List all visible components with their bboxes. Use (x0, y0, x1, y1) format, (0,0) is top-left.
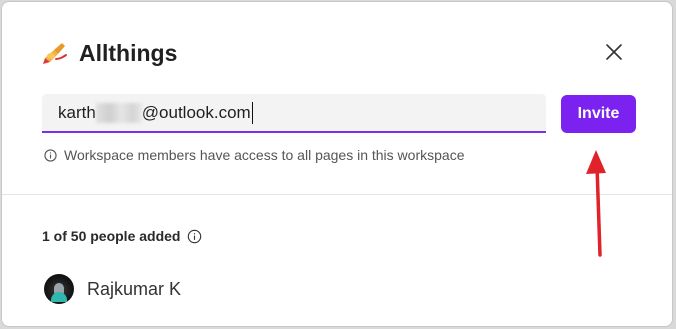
email-prefix: karth (58, 102, 96, 122)
member-count: 1 of 50 people added (42, 228, 202, 244)
workspace-note: Workspace members have access to all pag… (44, 147, 464, 163)
close-icon (606, 44, 622, 60)
email-input[interactable]: karth @outlook.com (42, 94, 546, 133)
dialog-header: Allthings (42, 36, 177, 70)
email-redaction (95, 102, 142, 123)
text-caret (251, 101, 253, 124)
list-item: Rajkumar K (44, 274, 181, 304)
workspace-note-text: Workspace members have access to all pag… (64, 147, 465, 163)
writing-hand-icon (42, 40, 68, 66)
member-name: Rajkumar K (87, 278, 182, 299)
info-icon (44, 148, 57, 162)
invite-button[interactable]: Invite (561, 95, 636, 133)
avatar (44, 274, 74, 304)
info-icon[interactable] (187, 229, 202, 244)
dialog-title: Allthings (79, 39, 178, 66)
member-count-label: 1 of 50 people added (42, 228, 181, 244)
close-button[interactable] (602, 40, 626, 64)
invite-dialog: Allthings karth @outlook.com Invite Works… (1, 1, 673, 327)
email-suffix: @outlook.com (141, 102, 251, 122)
red-arrow-icon (586, 150, 606, 257)
